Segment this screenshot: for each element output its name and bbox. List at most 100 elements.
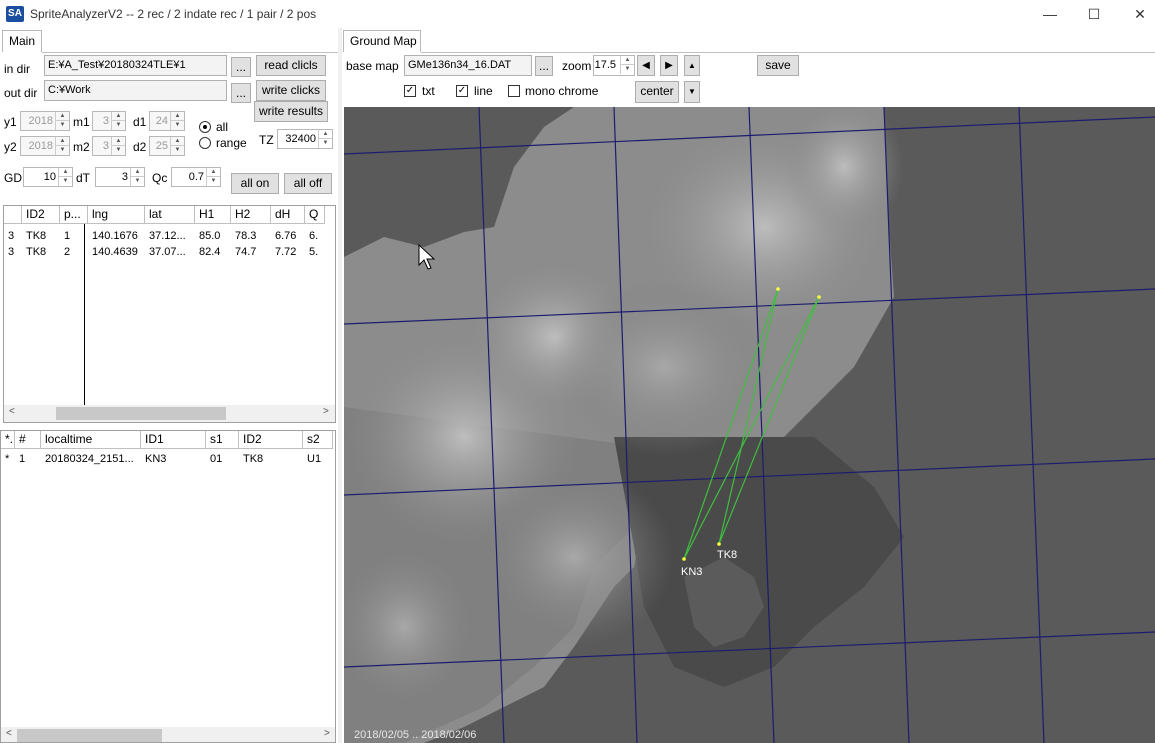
m2-stepper[interactable]: 3 ▲ ▼ [92,136,126,156]
table-cell: 37.07... [149,246,186,258]
out-dir-field[interactable]: C:¥Work [44,80,227,101]
base-map-browse-button[interactable]: ... [535,56,553,76]
column-header[interactable]: p... [60,206,88,224]
scroll-right-icon[interactable]: > [324,728,330,739]
mouse-cursor-icon [418,244,436,270]
spin-down-icon[interactable]: ▼ [318,139,332,148]
spin-down-icon[interactable]: ▼ [170,146,184,155]
pairs-grid-scrollbar[interactable]: < > [1,727,335,742]
scroll-thumb[interactable] [56,407,226,420]
read-clicks-button[interactable]: read clicls [256,55,326,76]
tz-stepper[interactable]: 32400 ▲ ▼ [277,129,333,149]
triangle-left-icon: ◀ [642,60,650,71]
column-header[interactable]: s2 [303,431,333,449]
column-header[interactable]: s1 [206,431,239,449]
write-results-button[interactable]: write results [254,101,328,122]
column-header[interactable]: *. [1,431,15,449]
radio-range[interactable] [199,137,211,149]
pan-left-button[interactable]: ◀ [637,55,655,76]
spin-down-icon[interactable]: ▼ [58,177,72,186]
pan-down-button[interactable]: ▼ [684,81,700,103]
scroll-right-icon[interactable]: > [323,406,329,417]
center-button[interactable]: center [635,81,679,103]
station-label-kn3: KN3 [681,566,702,578]
minimize-button[interactable]: — [1027,0,1073,28]
table-cell: TK8 [26,230,47,242]
base-map-field[interactable]: GMe136n34_16.DAT [404,55,532,76]
mono-chrome-checkbox[interactable] [508,85,520,97]
dt-label: dT [76,171,91,185]
scroll-left-icon[interactable]: < [6,728,12,739]
spin-up-icon[interactable]: ▲ [170,112,184,121]
column-header[interactable]: lng [88,206,145,224]
all-on-button[interactable]: all on [231,173,279,194]
scroll-thumb[interactable] [17,729,162,742]
column-header[interactable]: ID2 [239,431,303,449]
gd-stepper[interactable]: 10 ▲ ▼ [23,167,73,187]
spin-down-icon[interactable]: ▼ [170,121,184,130]
out-dir-browse-button[interactable]: ... [231,83,251,103]
spin-up-icon[interactable]: ▲ [130,168,144,177]
spin-down-icon[interactable]: ▼ [130,177,144,186]
column-header[interactable]: ID2 [22,206,60,224]
spin-up-icon[interactable]: ▲ [55,137,69,146]
spin-down-icon[interactable]: ▼ [111,146,125,155]
ground-map[interactable]: KN3 TK8 2018/02/05 .. 2018/02/06 [344,107,1155,743]
radio-all[interactable] [199,121,211,133]
spin-up-icon[interactable]: ▲ [58,168,72,177]
column-header[interactable]: lat [145,206,195,224]
table-cell: KN3 [145,453,167,465]
column-header[interactable]: localtime [41,431,141,449]
tab-main[interactable]: Main [2,30,42,52]
spin-down-icon[interactable]: ▼ [55,146,69,155]
qc-stepper[interactable]: 0.7 ▲ ▼ [171,167,221,187]
spin-down-icon[interactable]: ▼ [111,121,125,130]
y1-stepper[interactable]: 2018 ▲ ▼ [20,111,70,131]
all-off-button[interactable]: all off [284,173,332,194]
scroll-left-icon[interactable]: < [9,406,15,417]
d1-stepper[interactable]: 24 ▲ ▼ [149,111,185,131]
m1-stepper[interactable]: 3 ▲ ▼ [92,111,126,131]
pairs-grid-header: *. # localtime ID1 s1 ID2 s2 [1,431,335,449]
zoom-stepper[interactable]: 17.5 ▲ ▼ [593,55,635,76]
save-button[interactable]: save [757,55,799,76]
d2-stepper[interactable]: 25 ▲ ▼ [149,136,185,156]
in-dir-field[interactable]: E:¥A_Test¥20180324TLE¥1 [44,55,227,76]
maximize-button[interactable]: ☐ [1071,0,1117,28]
panel-splitter[interactable] [338,28,342,743]
close-button[interactable]: ✕ [1117,0,1155,28]
line-checkbox[interactable]: ✓ [456,85,468,97]
spin-up-icon[interactable]: ▲ [55,112,69,121]
spin-down-icon[interactable]: ▼ [206,177,220,186]
column-header[interactable]: H2 [231,206,271,224]
spin-down-icon[interactable]: ▼ [55,121,69,130]
y1-value: 2018 [28,115,53,127]
y2-stepper[interactable]: 2018 ▲ ▼ [20,136,70,156]
spin-up-icon[interactable]: ▲ [620,56,634,65]
spin-up-icon[interactable]: ▲ [318,130,332,139]
column-header[interactable]: H1 [195,206,231,224]
column-header[interactable]: dH [271,206,305,224]
tab-ground-map[interactable]: Ground Map [343,30,421,52]
y1-label: y1 [4,115,17,129]
points-grid-scrollbar[interactable]: < > [4,405,335,422]
txt-checkbox[interactable]: ✓ [404,85,416,97]
txt-label: txt [422,84,435,98]
spin-up-icon[interactable]: ▲ [111,112,125,121]
column-header[interactable]: # [15,431,41,449]
mono-chrome-label: mono chrome [525,84,599,98]
column-header[interactable]: ID1 [141,431,206,449]
pan-up-button[interactable]: ▲ [684,55,700,76]
spin-down-icon[interactable]: ▼ [620,65,634,74]
dt-stepper[interactable]: 3 ▲ ▼ [95,167,145,187]
pan-right-button[interactable]: ▶ [660,55,678,76]
radio-all-label: all [216,120,229,134]
column-header[interactable] [4,206,22,224]
d2-label: d2 [133,140,147,154]
in-dir-browse-button[interactable]: ... [231,57,251,77]
write-clicks-button[interactable]: write clicks [256,80,326,101]
spin-up-icon[interactable]: ▲ [206,168,220,177]
spin-up-icon[interactable]: ▲ [170,137,184,146]
spin-up-icon[interactable]: ▲ [111,137,125,146]
column-header[interactable]: Q [305,206,325,224]
